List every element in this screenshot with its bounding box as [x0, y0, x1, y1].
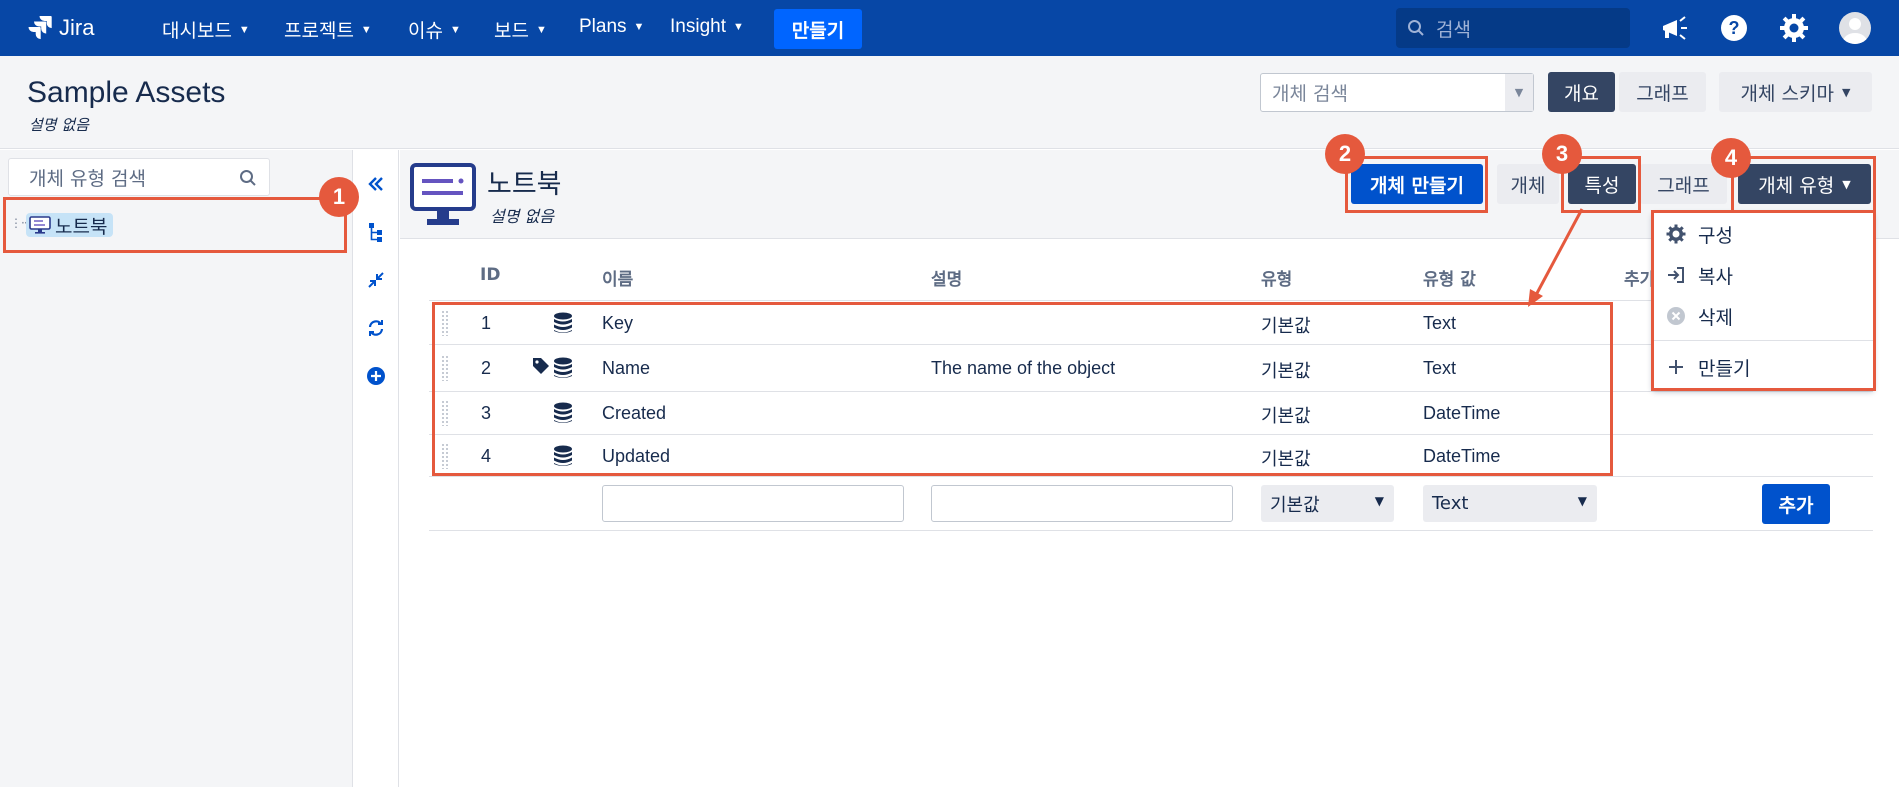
nav-dashboards[interactable]: 대시보드 ▼: [162, 16, 250, 43]
dropdown-arrow-icon[interactable]: ▼: [1505, 74, 1533, 111]
chevron-down-icon: ▼: [1841, 85, 1851, 99]
object-search-select[interactable]: 개체 검색 ▼: [1260, 73, 1534, 112]
nav-label: 대시보드: [162, 21, 232, 42]
schema-header: Sample Assets 설명 없음 개체 검색 ▼ 개요 그래프 개체 스키…: [0, 56, 1899, 149]
jira-logo[interactable]: Jira: [27, 14, 94, 42]
annotation-badge-3: 3: [1542, 134, 1582, 174]
settings-icon[interactable]: [1776, 10, 1812, 46]
annotation-highlight-table: [432, 302, 1613, 476]
megaphone-icon[interactable]: [1656, 10, 1692, 46]
nav-label: Insight: [670, 16, 726, 37]
top-navigation-bar: Jira 대시보드 ▼ 프로젝트 ▼ 이슈 ▼ 보드 ▼ Plans ▼ Insight ▼…: [0, 0, 1899, 56]
logo-text: Jira: [59, 15, 95, 40]
avatar[interactable]: [1839, 12, 1871, 44]
page-title: Sample Assets: [27, 76, 226, 109]
annotation-badge-4: 4: [1711, 138, 1751, 178]
jira-logo-icon: [28, 16, 52, 40]
chevron-down-icon: ▼: [449, 23, 461, 36]
object-schema-button[interactable]: 개체 스키마 ▼: [1719, 72, 1872, 112]
col-header-name: 이름: [602, 270, 634, 290]
new-attribute-type-select[interactable]: 기본값 ▼: [1261, 485, 1394, 522]
nav-label: 보드: [494, 21, 529, 42]
chevron-down-icon: ▼: [360, 23, 372, 36]
annotation-highlight-4: [1731, 156, 1876, 213]
overview-button[interactable]: 개요: [1548, 72, 1615, 112]
new-attribute-description-input[interactable]: [931, 485, 1233, 522]
global-search-input[interactable]: 검색: [1396, 8, 1630, 48]
nav-label: 이슈: [408, 21, 443, 42]
annotation-highlight-1: [3, 197, 347, 253]
nav-insight[interactable]: Insight ▼: [670, 16, 744, 38]
hierarchy-icon[interactable]: [366, 222, 386, 242]
annotation-badge-1: 1: [319, 177, 359, 217]
monitor-icon: [410, 163, 476, 225]
object-type-search-input[interactable]: 개체 유형 검색: [8, 158, 270, 196]
new-attribute-name-input[interactable]: [602, 485, 904, 522]
add-attribute-button[interactable]: 추가: [1762, 484, 1830, 524]
search-placeholder: 검색: [1436, 18, 1471, 41]
graph-tab[interactable]: 그래프: [1640, 164, 1727, 204]
object-type-title: 노트북: [487, 169, 562, 199]
create-button[interactable]: 만들기: [774, 9, 862, 49]
tree-toolbar: [353, 150, 399, 787]
user-avatar-icon: [1843, 18, 1867, 44]
help-icon[interactable]: ?: [1716, 10, 1752, 46]
annotation-highlight-menu: [1651, 210, 1876, 391]
search-icon: [1408, 20, 1424, 36]
page-subtitle: 설명 없음: [29, 116, 89, 134]
nav-plans[interactable]: Plans ▼: [579, 16, 644, 38]
type-value-select-value: Text: [1432, 493, 1469, 514]
chevron-down-icon: ▼: [633, 21, 645, 33]
col-header-description: 설명: [931, 270, 963, 290]
new-attribute-type-value-select[interactable]: Text ▼: [1423, 485, 1597, 522]
object-schema-label: 개체 스키마: [1740, 82, 1834, 105]
nav-boards[interactable]: 보드 ▼: [494, 16, 547, 43]
add-circle-icon[interactable]: [366, 366, 386, 386]
object-type-subtitle: 설명 없음: [490, 207, 554, 226]
chevron-down-icon: ▼: [535, 23, 547, 36]
chevron-down-icon: ▼: [1374, 494, 1384, 508]
object-search-placeholder: 개체 검색: [1272, 83, 1348, 105]
nav-issues[interactable]: 이슈 ▼: [408, 16, 461, 43]
type-search-placeholder: 개체 유형 검색: [29, 167, 146, 190]
col-header-type: 유형: [1261, 270, 1293, 290]
refresh-icon[interactable]: [366, 318, 386, 338]
type-select-value: 기본값: [1270, 494, 1320, 516]
svg-text:?: ?: [1729, 18, 1740, 38]
chevron-down-icon: ▼: [1577, 494, 1587, 508]
chevron-down-icon: ▼: [238, 23, 250, 36]
annotation-highlight-2: [1345, 156, 1488, 213]
col-header-id: ID: [480, 265, 501, 285]
nav-label: 프로젝트: [284, 21, 354, 42]
collapse-panel-icon[interactable]: [366, 174, 386, 194]
chevron-down-icon: ▼: [732, 21, 744, 33]
search-icon: [240, 170, 256, 186]
annotation-arrow: [1528, 208, 1584, 307]
nav-projects[interactable]: 프로젝트 ▼: [284, 16, 372, 43]
annotation-badge-2: 2: [1325, 134, 1365, 174]
col-header-type-value: 유형 값: [1423, 270, 1476, 290]
nav-label: Plans: [579, 16, 627, 37]
collapse-all-icon[interactable]: [366, 270, 386, 290]
graph-button[interactable]: 그래프: [1619, 72, 1706, 112]
